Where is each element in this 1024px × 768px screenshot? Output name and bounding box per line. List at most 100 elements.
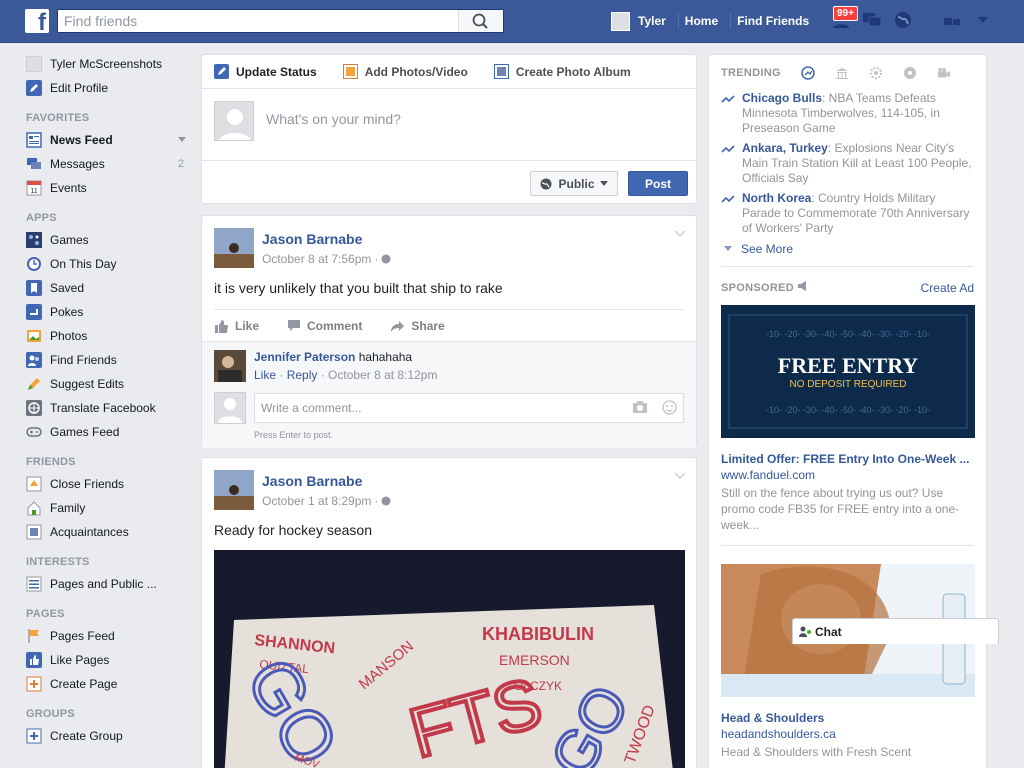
- entertainment-icon[interactable]: [937, 66, 951, 80]
- sidebar-item-suggest-edits[interactable]: Suggest Edits: [26, 372, 190, 396]
- search-input[interactable]: [58, 10, 458, 32]
- sports-icon[interactable]: [903, 66, 917, 80]
- sidebar-item-on-this-day[interactable]: On This Day: [26, 252, 190, 276]
- thumbs-up-icon: [214, 319, 229, 333]
- chevron-down-icon[interactable]: [178, 137, 186, 143]
- search-button[interactable]: [458, 10, 503, 32]
- account-menu-button[interactable]: [972, 6, 994, 34]
- trending-box: TRENDING Chicago Bulls: NBA Teams Defeat…: [709, 55, 986, 760]
- sidebar-item-photos[interactable]: Photos: [26, 324, 190, 348]
- privacy-shortcuts-button[interactable]: [941, 6, 963, 34]
- share-button[interactable]: Share: [390, 318, 445, 333]
- tab-label: Update Status: [236, 64, 317, 79]
- science-icon[interactable]: [869, 66, 883, 80]
- home-label: Home: [684, 14, 719, 28]
- ad-banner-title: FREE ENTRY: [778, 353, 919, 378]
- sidebar-item-events[interactable]: 11 Events: [26, 176, 190, 200]
- profile-link[interactable]: Tyler: [605, 9, 672, 33]
- sidebar-item-messages[interactable]: Messages 2: [26, 152, 190, 176]
- comment-reply-link[interactable]: Reply: [287, 368, 318, 382]
- trending-topic[interactable]: North Korea: [742, 191, 811, 205]
- sidebar-item-pokes[interactable]: Pokes: [26, 300, 190, 324]
- post-button[interactable]: Post: [628, 171, 688, 196]
- politics-icon[interactable]: [835, 66, 849, 80]
- ad-title[interactable]: Head & Shoulders: [721, 711, 974, 725]
- comment-time[interactable]: October 8 at 8:12pm: [328, 368, 437, 382]
- sidebar-item-like-pages[interactable]: Like Pages: [26, 648, 190, 672]
- sidebar-item-saved[interactable]: Saved: [26, 276, 190, 300]
- trending-topic[interactable]: Chicago Bulls: [742, 91, 822, 105]
- find-friends-link[interactable]: Find Friends: [731, 9, 815, 33]
- trending-list: Chicago Bulls: NBA Teams Defeats Minneso…: [721, 91, 974, 236]
- sidebar-item-close-friends[interactable]: Close Friends: [26, 472, 190, 496]
- sidebar-item-find-friends[interactable]: Find Friends: [26, 348, 190, 372]
- comment-like-link[interactable]: Like: [254, 368, 276, 382]
- ad-title[interactable]: Limited Offer: FREE Entry Into One-Week …: [721, 452, 974, 466]
- share-label: Share: [411, 318, 445, 333]
- sidebar-item-profile[interactable]: Tyler McScreenshots: [26, 52, 190, 76]
- sidebar-item-family[interactable]: Family: [26, 496, 190, 520]
- ad-image[interactable]: -10- -20- -30- -40- -50- -40- -30- -20- …: [721, 305, 975, 438]
- see-more-link[interactable]: See More: [721, 242, 974, 256]
- camera-icon[interactable]: [632, 400, 648, 414]
- comment-input[interactable]: [255, 394, 615, 422]
- messages-count: 2: [177, 158, 184, 170]
- comment-label: Comment: [307, 318, 363, 333]
- comment-button[interactable]: Comment: [287, 319, 362, 333]
- chevron-down-icon[interactable]: [674, 472, 686, 480]
- ad-url[interactable]: www.fanduel.com: [721, 468, 974, 482]
- friend-requests-button[interactable]: 99+: [830, 6, 858, 34]
- avatar[interactable]: [214, 470, 254, 510]
- sidebar-item-games-feed[interactable]: Games Feed: [26, 420, 190, 444]
- sidebar-item-pages-feed[interactable]: Pages Feed: [26, 624, 190, 648]
- post-photo[interactable]: SHANNON OUIZTAL KHABIBULIN EMERSON MANSO…: [214, 550, 685, 768]
- lock-people-icon: [944, 18, 960, 25]
- avatar[interactable]: [214, 228, 254, 268]
- comment-author[interactable]: Jennifer Paterson: [254, 350, 355, 364]
- status-input[interactable]: [266, 111, 666, 127]
- trending-item[interactable]: Ankara, Turkey: Explosions Near City's M…: [721, 141, 974, 186]
- trending-item[interactable]: North Korea: Country Holds Military Para…: [721, 191, 974, 236]
- sidebar-item-news-feed[interactable]: News Feed: [26, 128, 190, 152]
- post-time[interactable]: October 8 at 7:56pm: [262, 252, 371, 266]
- sign-word: EMERSON: [499, 652, 570, 668]
- sidebar-item-label: Messages: [50, 157, 105, 171]
- post-author[interactable]: Jason Barnabe: [262, 231, 362, 247]
- post-author[interactable]: Jason Barnabe: [262, 473, 362, 489]
- messages-button[interactable]: [861, 6, 883, 34]
- sidebar-item-edit-profile[interactable]: Edit Profile: [26, 76, 190, 100]
- avatar: [214, 101, 254, 141]
- sidebar-item-games[interactable]: Games: [26, 228, 190, 252]
- ad-body: Still on the fence about trying us out? …: [721, 486, 960, 532]
- chat-tab[interactable]: Chat: [792, 618, 999, 644]
- create-ad-link[interactable]: Create Ad: [921, 281, 974, 295]
- jewels: 99+: [830, 6, 1003, 34]
- home-link[interactable]: Home: [679, 9, 724, 33]
- sidebar-item-pages-and-public[interactable]: Pages and Public ...: [26, 572, 190, 596]
- chevron-down-icon[interactable]: [674, 230, 686, 238]
- post-time[interactable]: October 1 at 8:29pm: [262, 494, 371, 508]
- tab-create-photo-album[interactable]: Create Photo Album: [493, 64, 631, 79]
- facebook-logo-icon[interactable]: f: [25, 9, 49, 33]
- like-button[interactable]: Like: [214, 319, 259, 333]
- sidebar-item-create-group[interactable]: Create Group: [26, 724, 190, 748]
- trending-topic[interactable]: Ankara, Turkey: [742, 141, 828, 155]
- sidebar-item-create-page[interactable]: Create Page: [26, 672, 190, 696]
- sidebar-item-translate-facebook[interactable]: Translate Facebook: [26, 396, 190, 420]
- smiley-icon[interactable]: [662, 400, 677, 415]
- tab-update-status[interactable]: Update Status: [214, 64, 317, 79]
- avatar[interactable]: [214, 350, 246, 382]
- messages-icon: [26, 156, 42, 172]
- globe-icon: [540, 178, 552, 189]
- ad-url[interactable]: headandshoulders.ca: [721, 727, 974, 741]
- house-icon: [26, 500, 42, 516]
- comment: Jennifer Paterson hahahaha Like · Reply …: [214, 350, 684, 382]
- privacy-button[interactable]: Public: [530, 171, 618, 196]
- notifications-button[interactable]: [892, 6, 914, 34]
- trending-arrow-icon[interactable]: [801, 66, 815, 80]
- sidebar-item-label: Create Group: [50, 729, 123, 743]
- sidebar-item-acquaintances[interactable]: Acquaintances: [26, 520, 190, 544]
- trending-item[interactable]: Chicago Bulls: NBA Teams Defeats Minneso…: [721, 91, 974, 136]
- clock-icon: [26, 256, 42, 272]
- tab-add-photos-video[interactable]: Add Photos/Video: [342, 64, 468, 79]
